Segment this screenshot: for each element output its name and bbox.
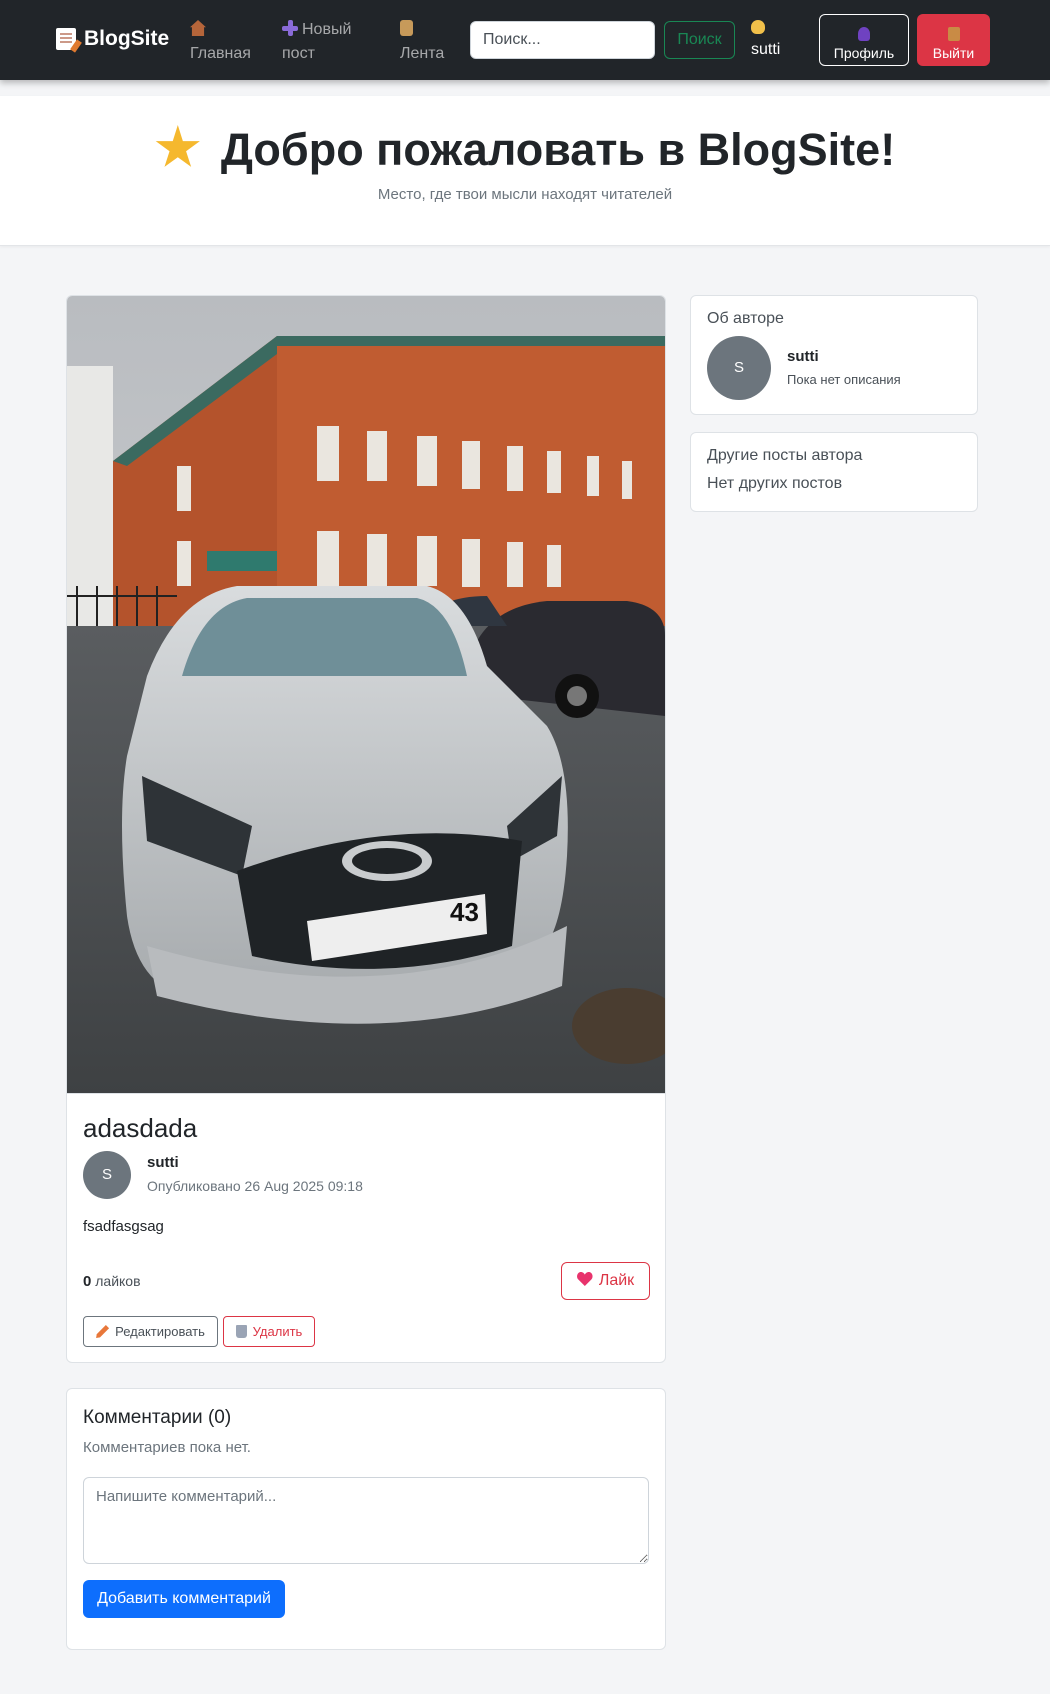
delete-post-label: Удалить bbox=[252, 1324, 303, 1339]
user-greeting: sutti bbox=[751, 20, 780, 62]
logout-button[interactable]: Выйти bbox=[917, 14, 990, 66]
likes-number: 0 bbox=[83, 1273, 92, 1290]
nav-link-new-post[interactable]: Новый пост bbox=[282, 18, 382, 66]
edit-post-label: Редактировать bbox=[115, 1324, 205, 1339]
memo-icon bbox=[56, 28, 76, 50]
likes-label: лайков bbox=[95, 1273, 141, 1289]
heart-icon bbox=[577, 1272, 593, 1286]
star-icon bbox=[155, 125, 200, 167]
add-comment-button[interactable]: Добавить комментарий bbox=[83, 1580, 285, 1618]
comments-card: Комментарии (0) Комментариев пока нет. Д… bbox=[66, 1388, 666, 1650]
post-body: fsadfasgsag bbox=[83, 1218, 164, 1235]
nav-link-home[interactable]: Главная bbox=[190, 18, 251, 66]
other-posts-heading: Другие посты автора bbox=[707, 447, 863, 464]
post-title: adasdada bbox=[83, 1113, 198, 1143]
hero-banner: Добро пожаловать в BlogSite! Место, где … bbox=[0, 96, 1050, 246]
hero-title-text: Добро пожаловать в BlogSite! bbox=[220, 124, 896, 175]
pencil-icon bbox=[96, 1325, 110, 1338]
hero-title: Добро пожаловать в BlogSite! bbox=[0, 122, 1050, 178]
post-published-date: Опубликовано 26 Aug 2025 09:18 bbox=[147, 1178, 363, 1194]
nav-link-feed[interactable]: Лента bbox=[400, 18, 444, 66]
comments-title: Комментарии (0) bbox=[83, 1407, 232, 1428]
like-button[interactable]: Лайк bbox=[561, 1262, 650, 1300]
logout-button-label: Выйти bbox=[932, 45, 975, 61]
door-icon bbox=[947, 27, 960, 41]
sidebar-author-description: Пока нет описания bbox=[787, 372, 901, 387]
license-plate-number: 43 bbox=[450, 897, 479, 927]
waving-hand-icon bbox=[751, 20, 765, 34]
plus-icon bbox=[282, 20, 298, 36]
scroll-icon bbox=[400, 20, 413, 36]
navbar: BlogSite Главная Новый пост Лента Поиск … bbox=[0, 0, 1050, 80]
sidebar-author-name[interactable]: sutti bbox=[787, 348, 819, 365]
delete-post-button[interactable]: Удалить bbox=[223, 1316, 315, 1347]
about-author-heading: Об авторе bbox=[707, 310, 784, 327]
edit-post-button[interactable]: Редактировать bbox=[83, 1316, 218, 1347]
other-posts-empty: Нет других постов bbox=[707, 475, 843, 492]
like-button-label: Лайк bbox=[598, 1272, 635, 1289]
likes-count: 0 лайков bbox=[83, 1273, 141, 1290]
person-icon bbox=[858, 27, 870, 41]
nav-link-feed-label: Лента bbox=[400, 45, 445, 62]
hero-subtitle: Место, где твои мысли находят читателей bbox=[377, 186, 673, 203]
profile-button-label: Профиль bbox=[833, 45, 895, 61]
post-card: 43 adasdada S sutti Опубликовано 26 Aug … bbox=[66, 295, 666, 1363]
trash-icon bbox=[235, 1325, 247, 1338]
search-button[interactable]: Поиск bbox=[664, 21, 735, 59]
sidebar-author-avatar: S bbox=[707, 336, 771, 400]
profile-button[interactable]: Профиль bbox=[819, 14, 909, 66]
post-image: 43 bbox=[67, 296, 665, 1094]
brand-name: BlogSite bbox=[84, 27, 170, 50]
username: sutti bbox=[751, 41, 781, 58]
post-author-avatar: S bbox=[83, 1151, 131, 1199]
comments-empty-message: Комментариев пока нет. bbox=[83, 1439, 251, 1456]
house-icon bbox=[190, 20, 206, 36]
nav-link-home-label: Главная bbox=[190, 45, 251, 62]
post-author-name[interactable]: sutti bbox=[147, 1154, 179, 1171]
comment-textarea[interactable] bbox=[83, 1477, 649, 1564]
brand-link[interactable]: BlogSite bbox=[56, 27, 169, 51]
search-input[interactable] bbox=[470, 21, 655, 59]
other-posts-card: Другие посты автора Нет других постов bbox=[690, 432, 978, 512]
about-author-card: Об авторе S sutti Пока нет описания bbox=[690, 295, 978, 415]
